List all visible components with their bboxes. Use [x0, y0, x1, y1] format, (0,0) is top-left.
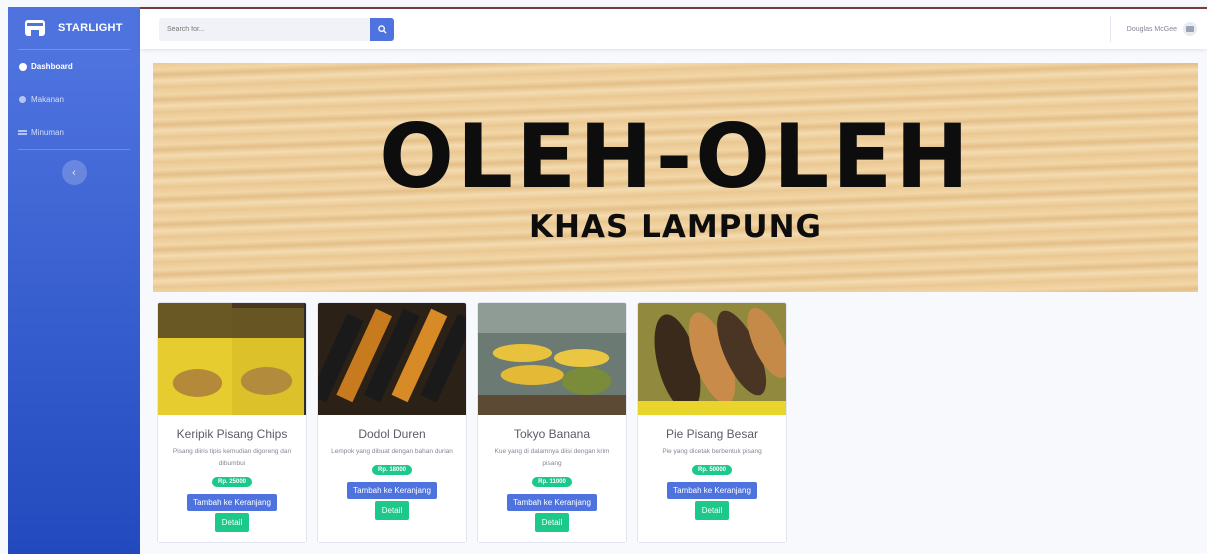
add-to-cart-button[interactable]: Tambah ke Keranjang	[507, 494, 597, 511]
price-badge: Rp. 50000	[691, 465, 733, 475]
price-badge: Rp. 18000	[371, 465, 413, 475]
product-image	[478, 303, 626, 415]
cups-icon	[18, 128, 27, 137]
product-image	[318, 303, 466, 415]
detail-button[interactable]: Detail	[534, 513, 570, 532]
circle-icon	[18, 95, 27, 104]
price-badge: Rp. 25000	[211, 477, 253, 487]
search-button[interactable]	[370, 18, 394, 41]
avatar[interactable]	[1183, 22, 1197, 36]
product-name: Keripik Pisang Chips	[176, 427, 288, 441]
brand[interactable]: STARLIGHT	[8, 7, 140, 49]
add-to-cart-button[interactable]: Tambah ke Keranjang	[347, 482, 437, 499]
product-image	[638, 303, 786, 415]
banner: OLEH-OLEH KHAS LAMPUNG	[153, 63, 1198, 292]
sidebar-item-label: Makanan	[31, 95, 64, 104]
gauge-icon	[18, 62, 27, 71]
product-card: Keripik Pisang Chips Pisang diiris tipis…	[157, 302, 307, 543]
sidebar-item-makanan[interactable]: Makanan	[8, 83, 140, 116]
detail-button[interactable]: Detail	[374, 501, 410, 520]
sidebar-item-minuman[interactable]: Minuman	[8, 116, 140, 149]
product-card: Dodol Duren Lempok yang dibuat dengan ba…	[317, 302, 467, 543]
chevron-left-icon: ‹	[72, 166, 76, 179]
product-description: Pie yang dicetak berbentuk pisang	[662, 448, 762, 455]
product-name: Dodol Duren	[358, 427, 426, 441]
topbar-divider	[1109, 16, 1111, 42]
product-name: Tokyo Banana	[513, 427, 591, 441]
product-name: Pie Pisang Besar	[665, 427, 759, 441]
product-description: Lempok yang dibuat dengan bahan durian	[331, 448, 453, 455]
product-card: Tokyo Banana Kue yang di dalamnya diisi …	[477, 302, 627, 543]
sidebar-divider	[18, 149, 130, 150]
search-icon	[377, 25, 387, 34]
user-name: Douglas McGee	[1126, 25, 1177, 33]
sidebar-toggle-button[interactable]: ‹	[61, 160, 87, 185]
product-description: Pisang diiris tipis kemudian digoreng da…	[172, 448, 292, 467]
detail-button[interactable]: Detail	[214, 513, 250, 532]
search-box	[159, 18, 370, 41]
product-description: Kue yang di dalamnya diisi dengan krim p…	[494, 448, 610, 467]
add-to-cart-button[interactable]: Tambah ke Keranjang	[667, 482, 757, 499]
product-card: Pie Pisang Besar Pie yang dicetak berben…	[637, 302, 787, 543]
sidebar-item-dashboard[interactable]: Dashboard	[8, 50, 140, 83]
banner-subtitle: KHAS LAMPUNG	[529, 208, 822, 245]
sidebar: STARLIGHT Dashboard Makanan Minuman ‹	[8, 7, 140, 554]
brand-name: STARLIGHT	[58, 22, 123, 34]
user-menu[interactable]: Douglas McGee	[1109, 9, 1207, 49]
detail-button[interactable]: Detail	[694, 501, 730, 520]
search-input[interactable]	[159, 18, 370, 41]
banner-title: OLEH-OLEH	[379, 104, 972, 208]
price-badge: Rp. 11000	[532, 477, 572, 487]
sidebar-item-label: Minuman	[31, 128, 64, 137]
product-image	[158, 303, 306, 415]
add-to-cart-button[interactable]: Tambah ke Keranjang	[187, 494, 277, 511]
sidebar-item-label: Dashboard	[31, 62, 73, 71]
store-icon	[25, 20, 45, 36]
topbar: Douglas McGee	[140, 7, 1207, 49]
